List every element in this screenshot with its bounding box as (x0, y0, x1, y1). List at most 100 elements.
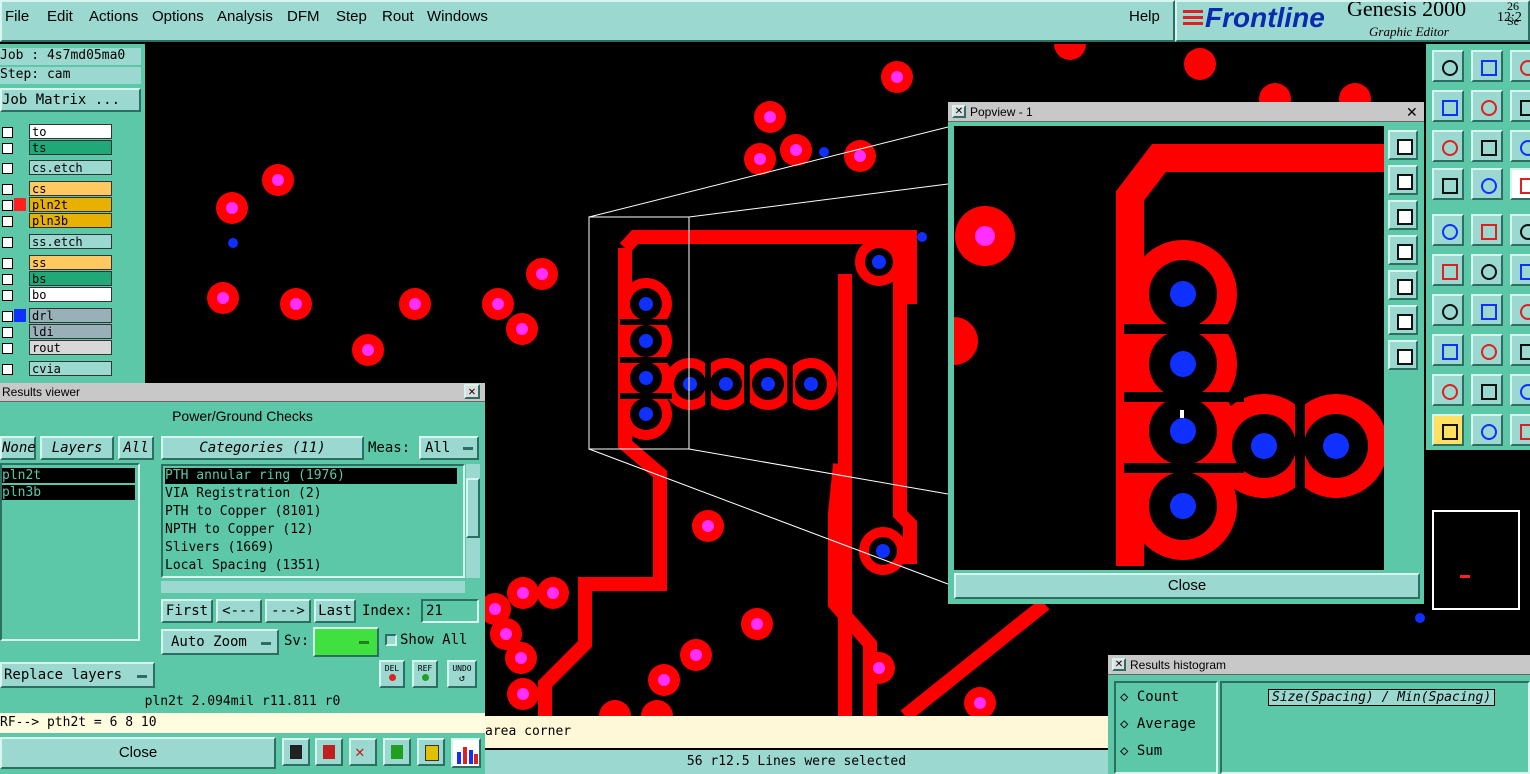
category-item[interactable]: VIA Registration (2) (165, 486, 457, 502)
layer-row-drl[interactable]: drl (0, 308, 145, 324)
menu-actions[interactable]: Actions (89, 8, 138, 25)
option-sum[interactable]: ◇ Sum (1120, 743, 1162, 759)
snap-icon[interactable] (1432, 168, 1464, 200)
layer-row-bo[interactable]: bo (0, 287, 145, 303)
popview-canvas[interactable] (954, 126, 1384, 570)
layer-name[interactable]: pln3b (29, 213, 112, 228)
del-button[interactable]: DEL (379, 660, 405, 688)
layer-checkbox[interactable] (2, 143, 13, 154)
menu-windows[interactable]: Windows (427, 8, 488, 25)
zoom-fit-icon[interactable] (1388, 340, 1418, 370)
fit-all-icon[interactable] (1432, 130, 1464, 162)
category-item[interactable]: PTH to Copper (8101) (165, 504, 457, 520)
categories-button[interactable]: Categories (11) (161, 436, 364, 460)
fit-icon[interactable] (1388, 130, 1418, 160)
meas-dropdown[interactable]: All (419, 436, 479, 460)
layer-row-cs[interactable]: cs (0, 181, 145, 197)
layer-row-ss-etch[interactable]: ss.etch (0, 234, 145, 250)
exclude-icon[interactable]: ✕ (349, 738, 377, 766)
overview-map[interactable] (1432, 510, 1520, 610)
category-item[interactable]: Local Spacing (1351) (165, 558, 457, 574)
pan-right-icon[interactable] (1388, 270, 1418, 300)
index-field[interactable]: 21 (421, 599, 479, 623)
layer-color-swatch[interactable] (14, 325, 26, 338)
notes-icon[interactable] (417, 738, 445, 766)
split-line-icon[interactable] (1471, 334, 1503, 366)
layer-checkbox[interactable] (2, 127, 13, 138)
undo-button[interactable]: UNDO ↺ (447, 660, 477, 688)
menu-edit[interactable]: Edit (47, 8, 73, 25)
category-hscrollbar[interactable] (161, 581, 465, 593)
menu-step[interactable]: Step (336, 8, 367, 25)
option-average[interactable]: ◇ Average (1120, 716, 1196, 732)
layer-color-swatch[interactable] (14, 214, 26, 227)
layer-row-ss[interactable]: ss (0, 255, 145, 271)
layer-row-ts[interactable]: ts (0, 140, 145, 156)
ref-button[interactable]: REF (412, 660, 438, 688)
layer-color-swatch[interactable] (14, 182, 26, 195)
clock-icon[interactable] (1510, 414, 1530, 446)
report-icon[interactable] (282, 738, 310, 766)
zoom-home-icon[interactable] (1471, 50, 1503, 82)
auto-zoom-dropdown[interactable]: Auto Zoom (161, 629, 279, 655)
layer-checkbox[interactable] (2, 184, 13, 195)
pointer-icon[interactable] (1432, 414, 1464, 446)
category-item[interactable]: PTH annular ring (1976) (165, 468, 457, 484)
layer-name[interactable]: ts (29, 140, 112, 155)
add-pad-icon[interactable] (1432, 334, 1464, 366)
layer-row-pln3b[interactable]: pln3b (0, 213, 145, 229)
last-button[interactable]: Last (314, 599, 356, 623)
next-button[interactable]: ---> (265, 599, 311, 623)
layer-name[interactable]: drl (29, 308, 112, 323)
pan-left-icon[interactable] (1432, 90, 1464, 122)
layer-checkbox[interactable] (2, 258, 13, 269)
histogram-titlebar[interactable]: ✕ Results histogram (1108, 655, 1530, 675)
sv-dropdown[interactable] (313, 627, 379, 657)
layer-row-bs[interactable]: bs (0, 271, 145, 287)
layer-name[interactable]: rout (29, 340, 112, 355)
menu-options[interactable]: Options (152, 8, 204, 25)
layer-name[interactable]: cvia (29, 361, 112, 376)
layer-checkbox[interactable] (2, 364, 13, 375)
layer-checkbox[interactable] (2, 290, 13, 301)
layer-color-swatch[interactable] (14, 161, 26, 174)
list-item[interactable]: pln3b (2, 485, 135, 500)
layer-checkbox[interactable] (2, 311, 13, 322)
triangle-icon[interactable] (1432, 374, 1464, 406)
layer-color-swatch[interactable] (14, 362, 26, 375)
layer-row-cs-etch[interactable]: cs.etch (0, 160, 145, 176)
zoom-in-icon[interactable] (1388, 200, 1418, 230)
layers-button[interactable]: Layers (40, 436, 114, 460)
polygon-icon[interactable] (1510, 374, 1530, 406)
scale-icon[interactable] (1510, 130, 1530, 162)
layer-color-swatch[interactable] (14, 125, 26, 138)
window-menu-icon[interactable]: ✕ (1112, 658, 1126, 671)
layer-name[interactable]: ss.etch (29, 234, 112, 249)
layer-name[interactable]: ldi (29, 324, 112, 339)
connect-nodes-icon[interactable] (1432, 254, 1464, 286)
none-button[interactable]: None (0, 436, 36, 460)
prev-button[interactable]: <--- (216, 599, 262, 623)
select-area-icon[interactable] (1471, 214, 1503, 246)
layer-checkbox[interactable] (2, 274, 13, 285)
category-scrollbar[interactable] (466, 464, 480, 578)
popview-close-button[interactable]: Close (954, 573, 1420, 599)
popview-titlebar[interactable]: ✕ Popview - 1 ✕ (948, 102, 1424, 122)
layer-name[interactable]: bs (29, 271, 112, 286)
layer-color-swatch[interactable] (14, 272, 26, 285)
measure-icon[interactable] (1471, 168, 1503, 200)
arc-icon[interactable] (1510, 294, 1530, 326)
layer-checkbox[interactable] (2, 200, 13, 211)
replace-layers-dropdown[interactable]: Replace layers (0, 662, 155, 688)
menu-analysis[interactable]: Analysis (217, 8, 273, 25)
menu-dfm[interactable]: DFM (287, 8, 320, 25)
zoom-extra-icon[interactable] (1510, 50, 1530, 82)
ruler-icon[interactable] (1510, 214, 1530, 246)
layer-name[interactable]: cs (29, 181, 112, 196)
layer-name[interactable]: ss (29, 255, 112, 270)
layer-name[interactable]: pln2t (29, 197, 112, 212)
delete-feature-icon[interactable] (1471, 254, 1503, 286)
move-icon[interactable] (1510, 254, 1530, 286)
layer-color-swatch[interactable] (14, 256, 26, 269)
window-menu-icon[interactable]: ✕ (952, 105, 966, 118)
